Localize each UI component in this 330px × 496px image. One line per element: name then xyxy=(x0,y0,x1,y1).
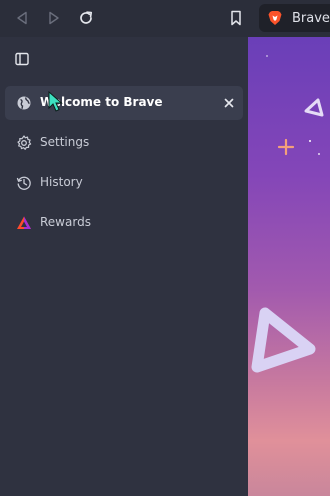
brave-label: Brave xyxy=(292,10,330,26)
star-dot xyxy=(266,55,268,57)
forward-button[interactable] xyxy=(42,6,66,30)
star-dot xyxy=(318,153,320,155)
sidebar-item-history[interactable]: History xyxy=(5,166,243,200)
brave-lion-icon xyxy=(268,11,282,25)
plus-decoration xyxy=(277,138,295,156)
sidebar-item-welcome[interactable]: Welcome to Brave xyxy=(5,86,243,120)
welcome-page-background xyxy=(248,37,330,496)
sidebar-item-settings[interactable]: Settings xyxy=(5,126,243,160)
history-icon xyxy=(15,174,33,192)
rewards-icon xyxy=(15,214,33,232)
back-button[interactable] xyxy=(10,6,34,30)
toolbar: Brave xyxy=(0,0,330,37)
close-icon xyxy=(224,98,234,108)
sidebar-item-label: Settings xyxy=(40,135,90,149)
reload-button[interactable] xyxy=(74,6,98,30)
sidebar-toggle-button[interactable] xyxy=(12,49,32,69)
triangle-decoration xyxy=(304,98,324,117)
star-dot xyxy=(309,140,311,142)
reload-icon xyxy=(80,11,93,24)
sidebar-panel-icon xyxy=(15,52,29,66)
sidebar-item-label: History xyxy=(40,175,83,189)
bookmark-icon xyxy=(231,10,241,26)
browser-window: Brave Welcome to Brave Settings History … xyxy=(0,0,330,496)
decorative-shapes xyxy=(251,55,324,373)
bookmark-button[interactable] xyxy=(224,6,248,30)
forward-arrow-icon xyxy=(49,11,59,25)
sidebar-item-label: Welcome to Brave xyxy=(40,95,163,109)
gear-icon xyxy=(15,134,33,152)
close-tab-button[interactable] xyxy=(221,95,237,111)
brave-shields-button[interactable]: Brave xyxy=(259,4,330,32)
sidebar-item-rewards[interactable]: Rewards xyxy=(5,206,243,240)
globe-icon xyxy=(15,94,33,112)
back-arrow-icon xyxy=(17,11,27,25)
sidebar: Welcome to Brave Settings History Reward… xyxy=(0,37,248,496)
large-triangle-decoration xyxy=(251,307,316,373)
sidebar-item-label: Rewards xyxy=(40,215,91,229)
